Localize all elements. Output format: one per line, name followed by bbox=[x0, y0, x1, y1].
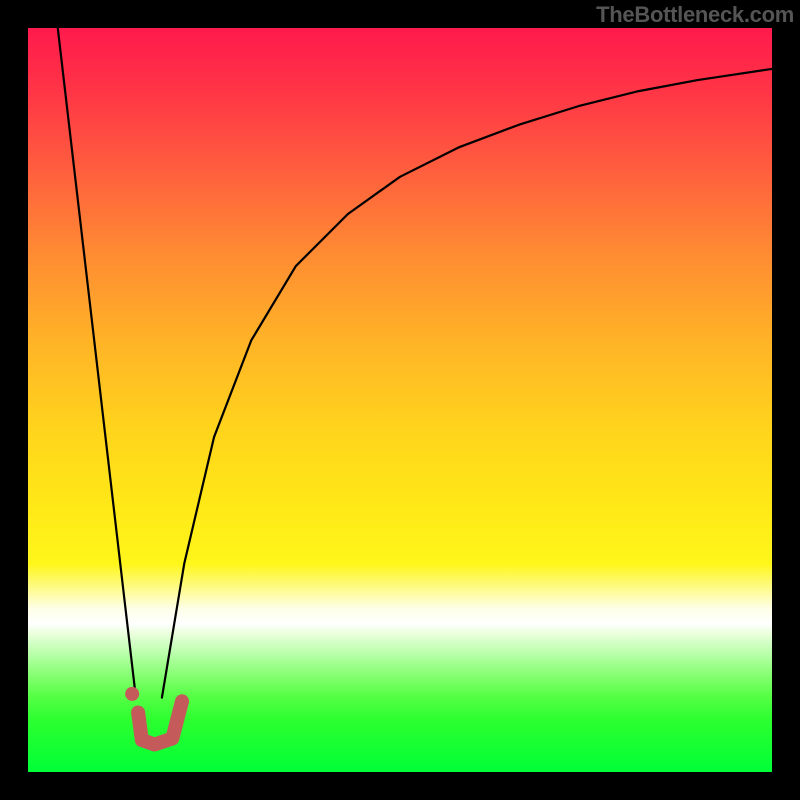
valley-marker-dot bbox=[125, 687, 139, 701]
valley-marker-path bbox=[138, 701, 182, 744]
chart-svg-layer bbox=[28, 28, 772, 772]
chart-frame: TheBottleneck.com bbox=[0, 0, 800, 800]
watermark-text: TheBottleneck.com bbox=[596, 2, 794, 28]
plot-area bbox=[28, 28, 772, 772]
series-right-curve bbox=[162, 69, 772, 698]
series-left-slope bbox=[58, 28, 136, 698]
valley-marker-group bbox=[125, 687, 182, 745]
chart-series-group bbox=[58, 28, 772, 698]
